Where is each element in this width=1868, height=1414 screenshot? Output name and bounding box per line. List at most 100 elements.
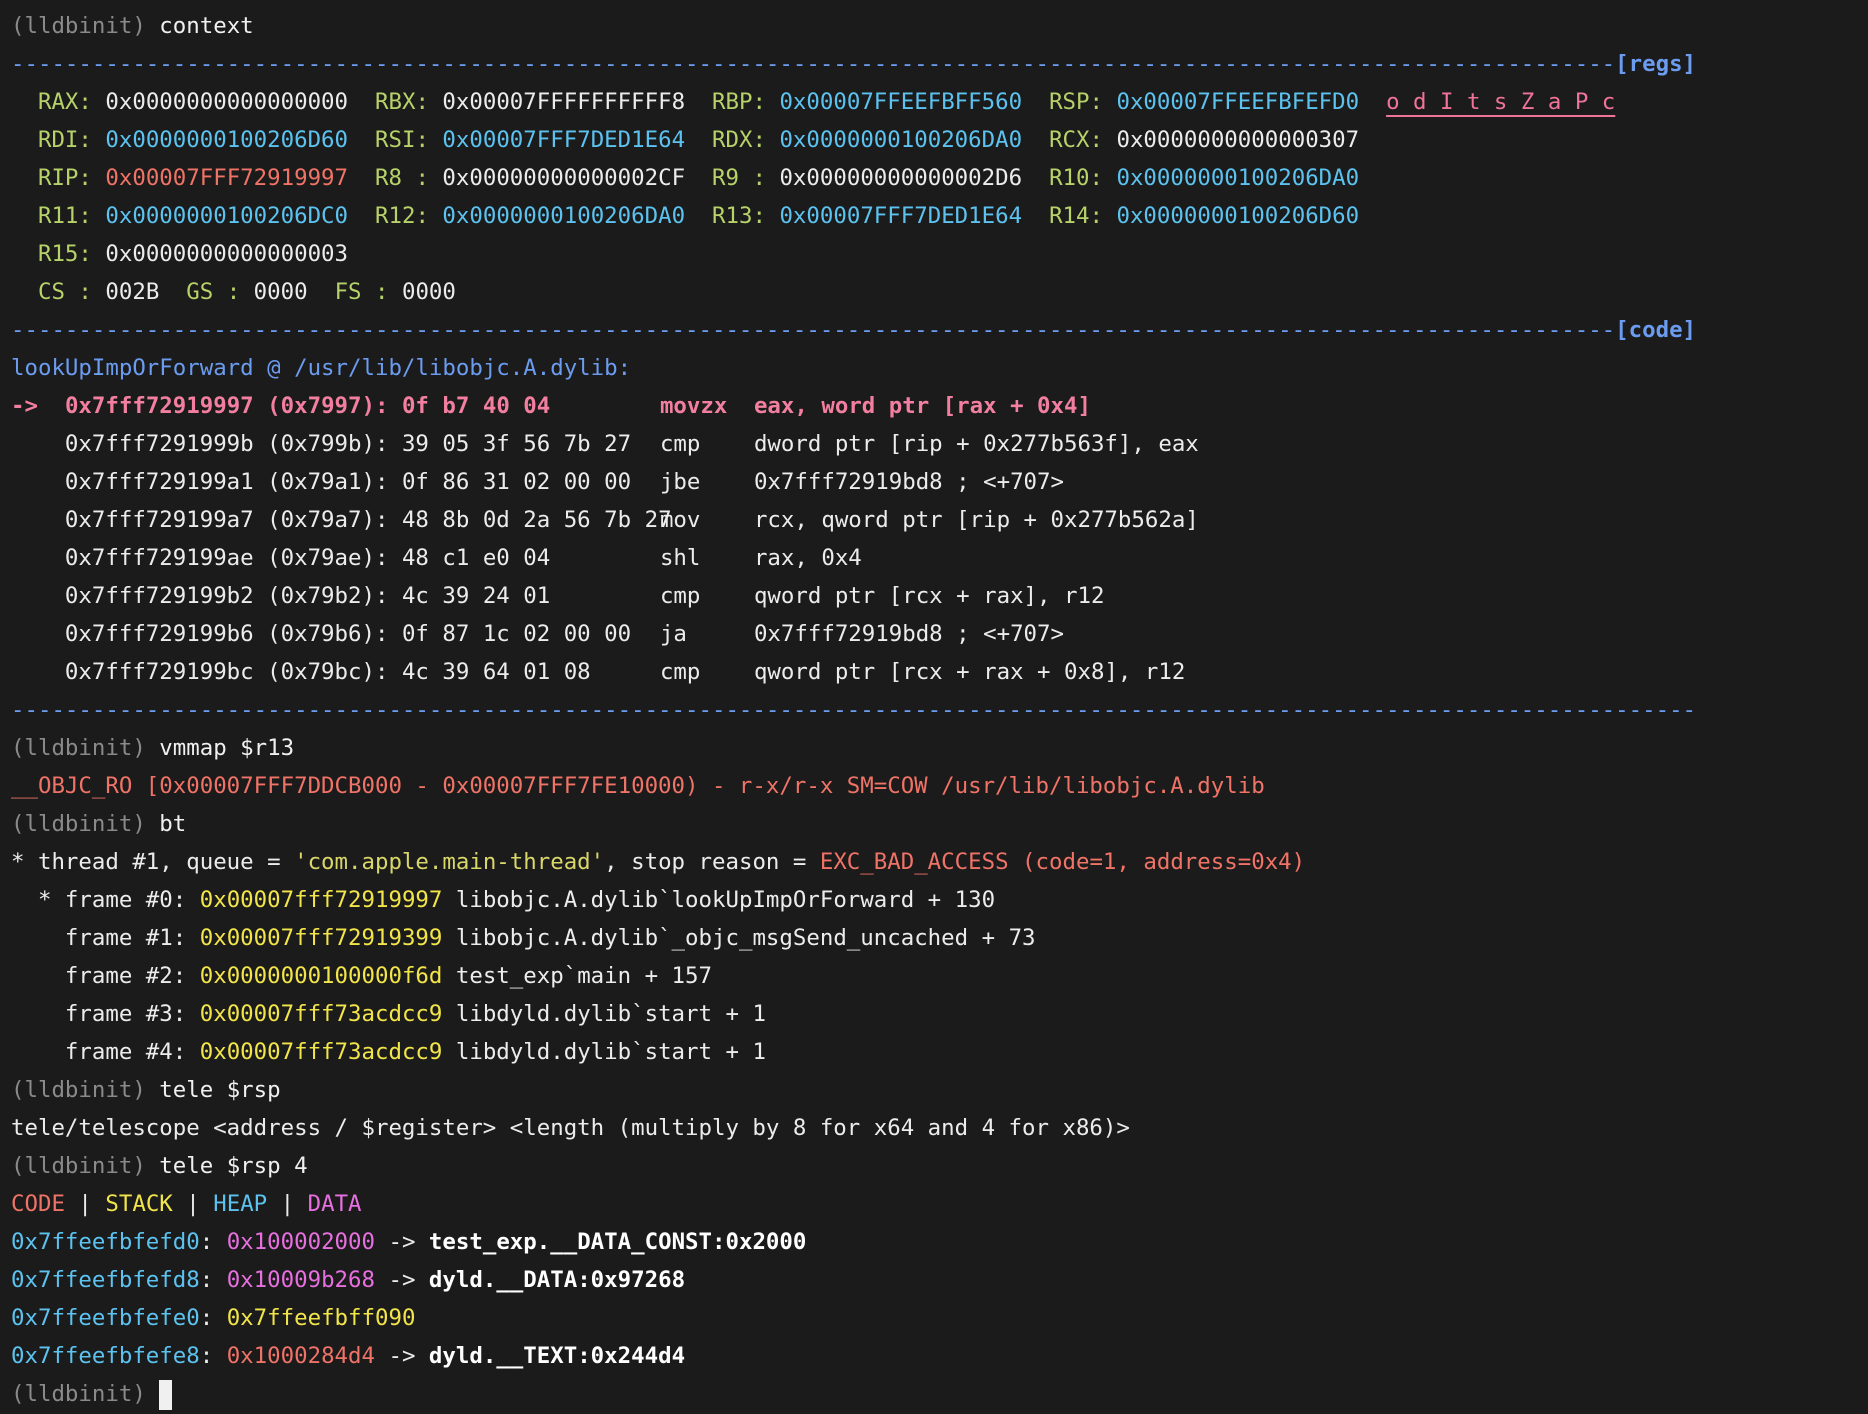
instruction-row: 0x7fff7291999b (0x799b): 39 05 3f 56 7b … bbox=[11, 426, 1868, 464]
register-value: 0000 bbox=[253, 279, 308, 305]
legend-data: DATA bbox=[307, 1191, 362, 1217]
command-text: tele $rsp 4 bbox=[159, 1153, 308, 1179]
backtrace-frame: frame #2: 0x0000000100000f6d test_exp`ma… bbox=[11, 958, 1868, 996]
code-separator: ----------------------------------------… bbox=[11, 317, 1697, 343]
telescope-row: 0x7ffeefbfefe8: 0x1000284d4 -> dyld.__TE… bbox=[11, 1343, 686, 1369]
code-section-tag: [code] bbox=[1615, 317, 1697, 343]
register-row: R15: 0x0000000000000003 bbox=[11, 236, 1868, 274]
prompt: (lldbinit) bbox=[11, 735, 146, 761]
legend-code: CODE bbox=[11, 1191, 65, 1217]
instruction-operands: rax, 0x4 bbox=[753, 545, 862, 571]
legend-separator: | bbox=[64, 1191, 106, 1217]
register-value: 0x00000000000002CF bbox=[442, 165, 686, 191]
register-value: 0x00007FFEEFBFEFD0 bbox=[1116, 89, 1360, 115]
end-separator: ----------------------------------------… bbox=[11, 697, 1697, 723]
register-value: 0x0000000000000000 bbox=[105, 89, 349, 115]
memory-legend: CODE | STACK | HEAP | DATA bbox=[11, 1186, 1868, 1224]
instruction-bytes: 48 c1 e0 04 bbox=[401, 545, 551, 571]
pointer-target: dyld.__TEXT:0x244d4 bbox=[428, 1343, 686, 1369]
register-name: RAX: bbox=[37, 89, 92, 115]
instruction-mnemonic: mov bbox=[659, 507, 701, 533]
register-row: RIP: 0x00007FFF72919997 R8 : 0x000000000… bbox=[11, 160, 1868, 198]
input-prompt-line[interactable]: (lldbinit) bbox=[11, 1376, 1868, 1414]
prompt: (lldbinit) bbox=[11, 811, 146, 837]
instruction-bytes: 39 05 3f 56 7b 27 bbox=[401, 431, 632, 457]
current-instruction-row: -> 0x7fff72919997 (0x7997): 0f b7 40 04 m… bbox=[11, 388, 1868, 426]
instruction-address: 0x7fff729199a7 (0x79a7): bbox=[64, 507, 389, 533]
command-text: vmmap $r13 bbox=[159, 735, 295, 761]
thread-label: * thread #1, queue = bbox=[11, 849, 295, 875]
instruction-address: 0x7fff729199b2 (0x79b2): bbox=[64, 583, 389, 609]
command-line: (lldbinit) bt bbox=[11, 806, 1868, 844]
frame-address: 0x00007fff73acdcc9 bbox=[199, 1001, 443, 1027]
cpu-flags: o d I t s Z a P c bbox=[1386, 89, 1616, 115]
register-value: 0x00007FFFFFFFFFF8 bbox=[442, 89, 686, 115]
frame-label: frame #3: bbox=[11, 1001, 200, 1027]
frame-symbol: libdyld.dylib`start + 1 bbox=[442, 1001, 766, 1027]
register-name: R12: bbox=[375, 203, 429, 229]
command-line: (lldbinit) tele $rsp 4 bbox=[11, 1148, 1868, 1186]
prompt: (lldbinit) bbox=[11, 13, 146, 39]
backtrace-frame: frame #4: 0x00007fff73acdcc9 libdyld.dyl… bbox=[11, 1034, 1868, 1072]
instruction-address: 0x7fff72919997 (0x7997): bbox=[64, 393, 389, 419]
frame-label: frame #1: bbox=[11, 925, 200, 951]
frame-label: frame #2: bbox=[11, 963, 200, 989]
register-value: 0x0000000100206DA0 bbox=[1116, 165, 1360, 191]
command-text: bt bbox=[159, 811, 187, 837]
instruction-operands: dword ptr [rip + 0x277b563f], eax bbox=[753, 431, 1199, 457]
register-value: 0x0000000100206DC0 bbox=[105, 203, 349, 229]
instruction-row: 0x7fff729199a1 (0x79a1): 0f 86 31 02 00 … bbox=[11, 464, 1868, 502]
register-value: 0x0000000000000307 bbox=[1116, 127, 1360, 153]
instruction-bytes: 4c 39 24 01 bbox=[401, 583, 551, 609]
instruction-bytes: 4c 39 64 01 08 bbox=[401, 659, 591, 685]
register-name: R13: bbox=[712, 203, 766, 229]
segment-register-row: CS : 002B GS : 0000 FS : 0000 bbox=[11, 274, 1868, 312]
regs-separator: ----------------------------------------… bbox=[11, 51, 1697, 77]
register-name: RBP: bbox=[712, 89, 766, 115]
instruction-operands: qword ptr [rcx + rax + 0x8], r12 bbox=[753, 659, 1186, 685]
instruction-row: 0x7fff729199bc (0x79bc): 4c 39 64 01 08 c… bbox=[11, 654, 1868, 692]
stack-address: 0x7ffeefbfefd0 bbox=[11, 1229, 200, 1255]
text-cursor[interactable] bbox=[159, 1379, 173, 1410]
prompt: (lldbinit) bbox=[11, 1077, 146, 1103]
stack-address: 0x7ffeefbfefd8 bbox=[11, 1267, 200, 1293]
stack-address: 0x7ffeefbfefe0 bbox=[11, 1305, 200, 1331]
instruction-bytes: 0f 86 31 02 00 00 bbox=[401, 469, 632, 495]
instruction-mnemonic: ja bbox=[659, 621, 687, 647]
frame-label: frame #4: bbox=[11, 1039, 200, 1065]
instruction-operands: 0x7fff72919bd8 ; <+707> bbox=[753, 469, 1064, 495]
instruction-operands: 0x7fff72919bd8 ; <+707> bbox=[753, 621, 1064, 647]
arrow-icon: -> bbox=[375, 1267, 429, 1293]
function-header: lookUpImpOrForward @ /usr/lib/libobjc.A.… bbox=[11, 355, 632, 381]
instruction-address: 0x7fff729199bc (0x79bc): bbox=[64, 659, 389, 685]
instruction-address: 0x7fff729199b6 (0x79b6): bbox=[64, 621, 389, 647]
register-name: R8 : bbox=[375, 165, 429, 191]
register-row: RDI: 0x0000000100206D60 RSI: 0x00007FFF7… bbox=[11, 122, 1868, 160]
stop-label: , stop reason = bbox=[604, 849, 820, 875]
register-name: R15: bbox=[37, 241, 92, 267]
arrow-icon: -> bbox=[375, 1343, 429, 1369]
prompt: (lldbinit) bbox=[11, 1153, 146, 1179]
legend-stack: STACK bbox=[105, 1191, 173, 1217]
telescope-row: 0x7ffeefbfefe0: 0x7ffeefbff090 bbox=[11, 1305, 416, 1331]
stack-value: 0x1000284d4 bbox=[226, 1343, 375, 1369]
instruction-row: 0x7fff729199ae (0x79ae): 48 c1 e0 04 shl r… bbox=[11, 540, 1868, 578]
stack-value: 0x7ffeefbff090 bbox=[226, 1305, 416, 1331]
instruction-row: 0x7fff729199b6 (0x79b6): 0f 87 1c 02 00 … bbox=[11, 616, 1868, 654]
register-value: 0x00007FFEEFBFF560 bbox=[779, 89, 1023, 115]
telescope-row: 0x7ffeefbfefd0: 0x100002000 -> test_exp.… bbox=[11, 1229, 807, 1255]
legend-separator: | bbox=[172, 1191, 214, 1217]
regs-section-tag: [regs] bbox=[1615, 51, 1697, 77]
frame-symbol: test_exp`main + 157 bbox=[442, 963, 712, 989]
telescope-row: 0x7ffeefbfefd8: 0x10009b268 -> dyld.__DA… bbox=[11, 1267, 686, 1293]
instruction-operands: rcx, qword ptr [rip + 0x277b562a] bbox=[753, 507, 1199, 533]
terminal-window[interactable]: (lldbinit) context ---------------------… bbox=[0, 0, 1868, 1414]
register-name: CS : bbox=[37, 279, 92, 305]
register-value: 0x00007FFF7DED1E64 bbox=[442, 127, 686, 153]
instruction-mnemonic: movzx bbox=[659, 393, 728, 419]
instruction-address: 0x7fff7291999b (0x799b): bbox=[64, 431, 389, 457]
queue-name: 'com.apple.main-thread' bbox=[294, 849, 605, 875]
usage-text: tele/telescope <address / $register> <le… bbox=[11, 1115, 1130, 1141]
register-name: RDI: bbox=[37, 127, 92, 153]
backtrace-frame: frame #1: 0x00007fff72919399 libobjc.A.d… bbox=[11, 920, 1868, 958]
